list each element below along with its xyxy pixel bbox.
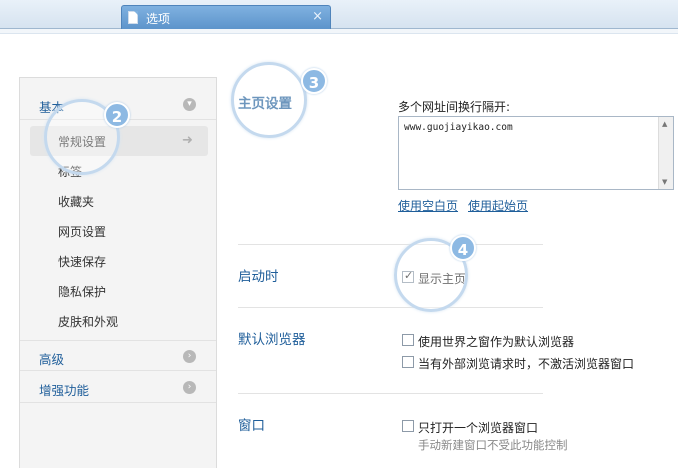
homepage-url-value: www.guojiayikao.com (404, 122, 513, 133)
homepage-hint: 多个网址间换行隔开: (398, 100, 511, 114)
sidebar-item-web-settings[interactable]: 网页设置 (58, 223, 106, 240)
sidebar-item-favorites[interactable]: 收藏夹 (58, 193, 94, 210)
no-activate-checkbox[interactable] (402, 356, 414, 368)
scroll-up-icon[interactable]: ▲ (662, 120, 667, 128)
no-activate-label: 当有外部浏览请求时，不激活浏览器窗口 (418, 357, 635, 371)
sidebar-group-advanced[interactable]: 高级 › (20, 340, 216, 371)
section-title-window: 窗口 (238, 418, 265, 434)
document-icon (128, 11, 138, 24)
callout-ring (231, 62, 307, 138)
chevron-right-icon: › (183, 350, 196, 363)
scroll-down-icon[interactable]: ▼ (662, 178, 667, 186)
default-browser-label: 使用世界之窗作为默认浏览器 (418, 335, 575, 349)
single-window-note: 手动新建窗口不受此功能控制 (418, 438, 568, 452)
sidebar-group-enhanced[interactable]: 增强功能 › (20, 372, 216, 403)
default-browser-checkbox[interactable] (402, 334, 414, 346)
sidebar-item-skin[interactable]: 皮肤和外观 (58, 313, 118, 330)
divider (238, 393, 543, 394)
chevron-right-icon: › (183, 381, 196, 394)
callout-badge: 4 (450, 235, 476, 261)
use-start-page-link[interactable]: 使用起始页 (468, 197, 528, 214)
callout-badge: 2 (104, 102, 130, 128)
arrow-right-icon: ➜ (182, 133, 193, 148)
sidebar-group-label: 增强功能 (39, 383, 90, 398)
callout-badge: 3 (301, 68, 327, 94)
textarea-scrollbar[interactable]: ▲ ▼ (658, 117, 673, 189)
sidebar-item-privacy[interactable]: 隐私保护 (58, 283, 106, 300)
section-title-startup: 启动时 (238, 269, 279, 285)
homepage-url-textarea[interactable]: www.guojiayikao.com ▲ ▼ (398, 116, 674, 190)
tab-options[interactable]: 选项 × (121, 5, 331, 29)
sidebar-group-label: 高级 (39, 352, 65, 367)
tab-strip: 选项 × (0, 0, 678, 29)
tab-title: 选项 (146, 12, 171, 26)
single-window-label: 只打开一个浏览器窗口 (418, 421, 539, 435)
divider (238, 307, 543, 308)
toolbar-divider (0, 29, 678, 34)
single-window-checkbox[interactable] (402, 420, 414, 432)
section-title-default-browser: 默认浏览器 (238, 332, 306, 348)
divider (238, 244, 543, 245)
close-icon[interactable]: × (312, 9, 323, 24)
use-blank-page-link[interactable]: 使用空白页 (398, 197, 458, 214)
sidebar-item-quick-save[interactable]: 快速保存 (58, 253, 106, 270)
chevron-down-icon: ▾ (183, 98, 196, 111)
